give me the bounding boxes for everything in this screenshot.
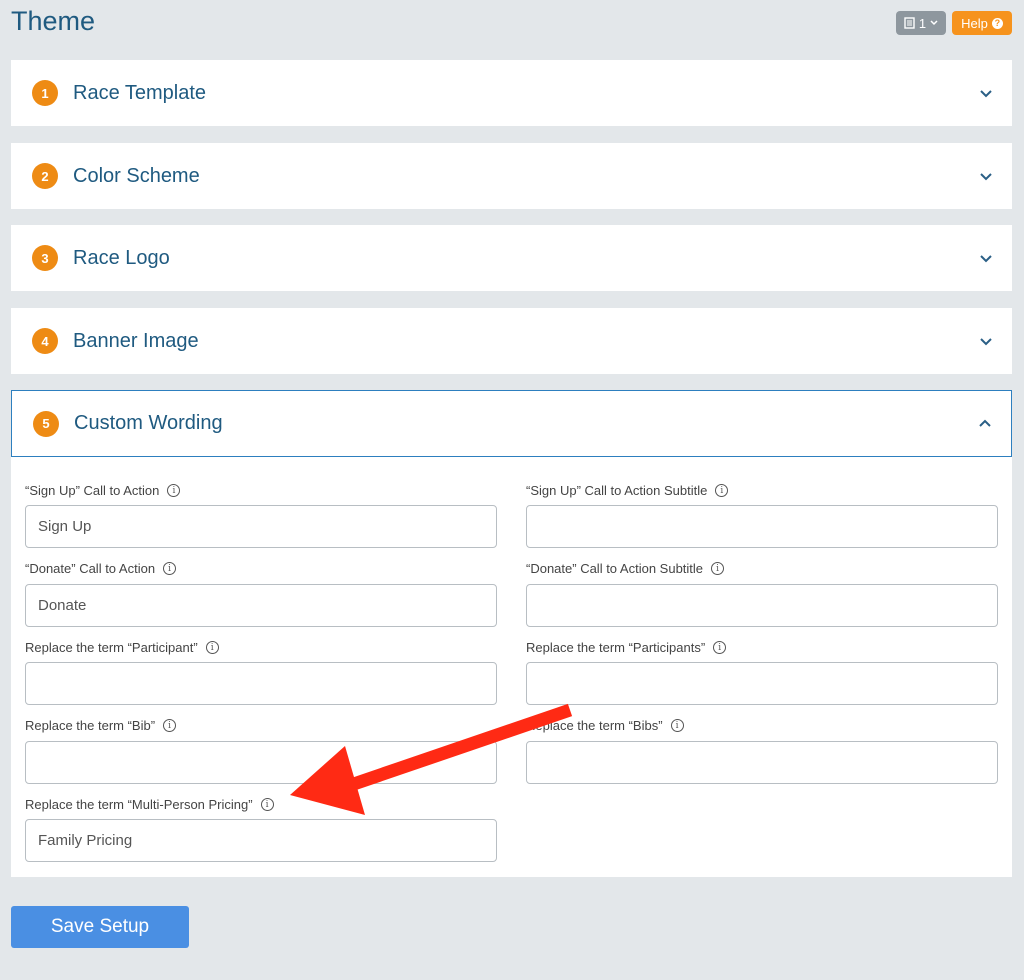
field-label-text: Replace the term “Multi-Person Pricing” xyxy=(25,797,253,812)
chevron-down-icon[interactable] xyxy=(978,85,994,101)
field-label-text: “Sign Up” Call to Action xyxy=(25,483,160,498)
sign-up-cta-subtitle-input[interactable] xyxy=(526,505,998,548)
bibs-term-input[interactable] xyxy=(526,741,998,784)
multi-person-pricing-term-input[interactable]: Family Pricing xyxy=(25,819,497,862)
chevron-up-icon[interactable] xyxy=(977,416,993,432)
field-label-text: Replace the term “Participants” xyxy=(526,640,706,655)
field-label: Replace the term “Participants” i xyxy=(526,640,727,655)
field-label: Replace the term “Multi-Person Pricing” … xyxy=(25,797,274,812)
step-number-badge: 4 xyxy=(32,328,58,354)
page-title: Theme xyxy=(11,6,96,36)
field-label-text: Replace the term “Participant” xyxy=(25,640,198,655)
donate-cta-subtitle-input[interactable] xyxy=(526,584,998,627)
help-label: Help xyxy=(961,15,988,31)
section-race-template[interactable]: 1 Race Template xyxy=(11,60,1012,126)
info-icon[interactable]: i xyxy=(713,641,727,654)
section-title: Custom Wording xyxy=(74,412,223,434)
bib-term-input[interactable] xyxy=(25,741,497,784)
step-number-badge: 2 xyxy=(32,163,58,189)
info-icon[interactable]: i xyxy=(163,719,177,732)
step-number-badge: 3 xyxy=(32,245,58,271)
chevron-down-icon xyxy=(930,20,938,26)
section-race-logo[interactable]: 3 Race Logo xyxy=(11,225,1012,291)
step-number-badge: 1 xyxy=(32,80,58,106)
help-button[interactable]: Help ? xyxy=(952,11,1012,35)
field-label-text: “Sign Up” Call to Action Subtitle xyxy=(526,483,708,498)
section-title: Banner Image xyxy=(73,329,199,352)
section-title: Race Template xyxy=(73,81,207,104)
info-icon[interactable]: i xyxy=(167,484,181,497)
participants-term-input[interactable] xyxy=(526,662,998,705)
chevron-down-icon[interactable] xyxy=(978,333,994,349)
field-label: “Donate” Call to Action i xyxy=(25,561,177,576)
question-icon: ? xyxy=(991,17,1003,29)
chevron-down-icon[interactable] xyxy=(978,168,994,184)
info-icon[interactable]: i xyxy=(715,484,729,497)
field-label-text: “Donate” Call to Action xyxy=(25,561,156,576)
document-count: 1 xyxy=(918,15,927,31)
section-color-scheme[interactable]: 2 Color Scheme xyxy=(11,143,1012,209)
field-label-text: Replace the term “Bib” xyxy=(25,718,156,733)
info-icon[interactable]: i xyxy=(260,798,274,811)
field-label: “Sign Up” Call to Action Subtitle i xyxy=(526,483,729,498)
field-label: Replace the term “Bib” i xyxy=(25,718,177,733)
donate-cta-input[interactable]: Donate xyxy=(25,584,497,627)
field-label: Replace the term “Participant” i xyxy=(25,640,219,655)
info-icon[interactable]: i xyxy=(711,562,725,575)
participant-term-input[interactable] xyxy=(25,662,497,705)
info-icon[interactable]: i xyxy=(163,562,177,575)
section-banner-image[interactable]: 4 Banner Image xyxy=(11,308,1012,374)
chevron-down-icon[interactable] xyxy=(978,250,994,266)
sign-up-cta-input[interactable]: Sign Up xyxy=(25,505,497,548)
field-label: “Donate” Call to Action Subtitle i xyxy=(526,561,725,576)
field-label: Replace the term “Bibs” i xyxy=(526,718,684,733)
field-label: “Sign Up” Call to Action i xyxy=(25,483,181,498)
section-title: Color Scheme xyxy=(73,164,200,187)
field-label-text: Replace the term “Bibs” xyxy=(526,718,663,733)
step-number-badge: 5 xyxy=(33,410,59,437)
document-dropdown-button[interactable]: 1 xyxy=(896,11,946,35)
save-setup-button[interactable]: Save Setup xyxy=(11,906,189,948)
info-icon[interactable]: i xyxy=(205,641,219,654)
document-icon xyxy=(904,17,915,29)
top-toolbar: 1 Help ? xyxy=(896,11,1012,35)
field-label-text: “Donate” Call to Action Subtitle xyxy=(526,561,704,576)
info-icon[interactable]: i xyxy=(670,719,684,732)
section-title: Race Logo xyxy=(73,246,170,269)
section-custom-wording[interactable]: 5 Custom Wording xyxy=(11,390,1012,457)
